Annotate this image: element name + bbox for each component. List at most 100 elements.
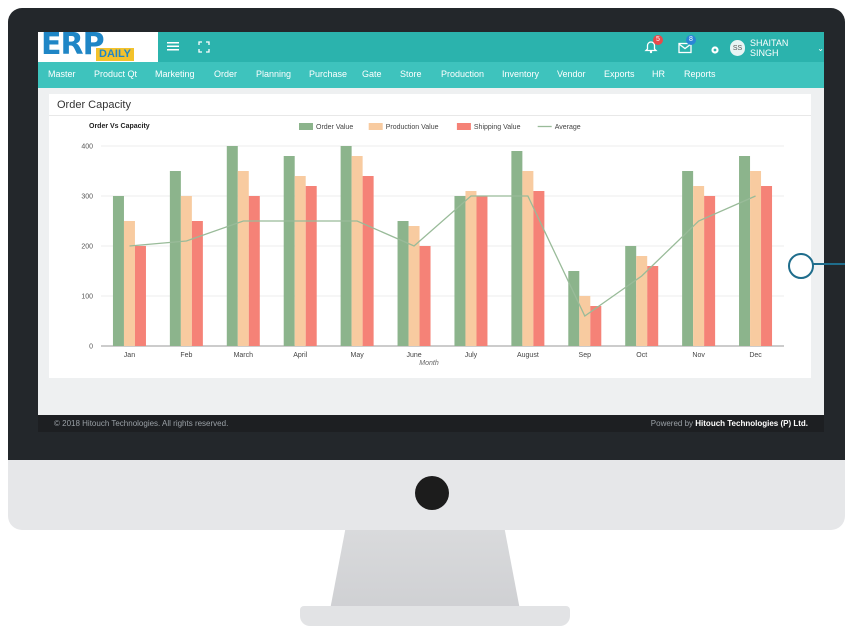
bar-shipping-value[interactable]: [590, 306, 602, 346]
user-menu[interactable]: SS SHAITAN SINGH ⌄: [730, 38, 824, 58]
x-axis: Jan Feb March April May June July August Sep Oct N…: [124, 352, 762, 359]
chevron-down-icon: ⌄: [817, 43, 824, 53]
bar-order-value[interactable]: [568, 271, 580, 346]
bar-order-value[interactable]: [682, 171, 694, 346]
bar-production-value[interactable]: [636, 256, 648, 346]
monitor-stand: [330, 530, 520, 610]
bar-order-value[interactable]: [169, 171, 181, 346]
hamburger-menu-icon[interactable]: [166, 39, 180, 58]
avatar: SS: [730, 40, 746, 56]
bar-production-value[interactable]: [123, 221, 135, 346]
callout-pointer-line: [812, 263, 845, 265]
nav-item-store[interactable]: Store: [400, 69, 422, 79]
nav-item-inventory[interactable]: Inventory: [502, 69, 539, 79]
app-screen: ERP DAILY 5 8 SS SHAITAN SINGH ⌄ Master …: [38, 32, 824, 432]
nav-item-marketing[interactable]: Marketing: [155, 69, 195, 79]
bar-shipping-value[interactable]: [191, 221, 203, 346]
legend-swatch: [368, 123, 383, 130]
bar-shipping-value[interactable]: [419, 246, 431, 346]
messages-badge: 8: [686, 35, 696, 45]
nav-item-hr[interactable]: HR: [652, 69, 665, 79]
settings-gear-icon[interactable]: [710, 42, 720, 60]
bar-shipping-value[interactable]: [305, 186, 317, 346]
bar-production-value[interactable]: [579, 296, 591, 346]
main-nav: Master Product Qt Marketing Order Planni…: [38, 62, 824, 88]
bar-order-value[interactable]: [511, 151, 523, 346]
legend-label[interactable]: Shipping Value: [474, 124, 521, 131]
legend-label[interactable]: Production Value: [386, 124, 439, 131]
x-tick-label: May: [351, 352, 365, 359]
nav-item-purchase[interactable]: Purchase: [309, 69, 347, 79]
bar-order-value[interactable]: [625, 246, 637, 346]
monitor-stand-base: [300, 606, 570, 626]
order-capacity-chart: Order Vs Capacity Order Value Production …: [81, 123, 784, 367]
powered-by-prefix: Powered by: [650, 419, 694, 428]
x-tick-label: August: [517, 352, 539, 359]
x-tick-label: April: [293, 352, 307, 359]
nav-item-master[interactable]: Master: [48, 69, 76, 79]
bar-production-value[interactable]: [465, 191, 477, 346]
x-tick-label: Sep: [579, 352, 592, 359]
bar-order-value[interactable]: [283, 156, 295, 346]
x-tick-label: Dec: [749, 352, 762, 359]
bar-production-value[interactable]: [180, 196, 192, 346]
nav-item-vendor[interactable]: Vendor: [557, 69, 586, 79]
nav-item-order[interactable]: Order: [214, 69, 237, 79]
nav-item-product-qt[interactable]: Product Qt: [94, 69, 137, 79]
app-logo[interactable]: ERP DAILY: [38, 32, 158, 62]
legend-swatch: [299, 123, 313, 130]
bar-shipping-value[interactable]: [533, 191, 545, 346]
x-axis-label: Month: [419, 360, 439, 367]
nav-item-planning[interactable]: Planning: [256, 69, 291, 79]
order-capacity-panel: Order Capacity Order Vs Capacity Order V…: [49, 94, 811, 378]
nav-item-production[interactable]: Production: [441, 69, 484, 79]
bar-shipping-value[interactable]: [476, 196, 488, 346]
x-tick-label: Nov: [692, 352, 705, 359]
chart-grid: [101, 145, 784, 347]
y-tick-label: 200: [81, 244, 93, 251]
bar-shipping-value[interactable]: [647, 266, 659, 346]
powered-by: Powered by Hitouch Technologies (P) Ltd.: [651, 419, 808, 428]
bar-shipping-value[interactable]: [134, 246, 146, 346]
y-axis: 0 100 200 300 400: [81, 144, 93, 351]
bar-order-value[interactable]: [112, 196, 124, 346]
bar-production-value[interactable]: [237, 171, 249, 346]
legend-label[interactable]: Average: [555, 124, 581, 131]
y-tick-label: 100: [81, 294, 93, 301]
nav-item-reports[interactable]: Reports: [684, 69, 716, 79]
bar-shipping-value[interactable]: [761, 186, 773, 346]
chart-legend: Order Value Production Value Shipping Valu…: [299, 123, 581, 131]
bar-order-value[interactable]: [739, 156, 751, 346]
bar-order-value[interactable]: [340, 146, 352, 346]
y-tick-label: 300: [81, 194, 93, 201]
logo-sub: DAILY: [96, 48, 134, 61]
nav-item-exports[interactable]: Exports: [604, 69, 635, 79]
fullscreen-icon[interactable]: [198, 40, 210, 58]
notification-badge: 5: [653, 35, 663, 45]
x-tick-label: Jan: [124, 352, 135, 359]
copyright-text: © 2018 Hitouch Technologies. All rights …: [54, 419, 229, 428]
y-tick-label: 400: [81, 144, 93, 151]
line-average[interactable]: [129, 195, 756, 317]
x-tick-label: Feb: [180, 352, 192, 359]
bar-order-value[interactable]: [226, 146, 238, 346]
legend-swatch: [456, 123, 471, 130]
bar-production-value[interactable]: [693, 186, 705, 346]
bar-production-value[interactable]: [351, 156, 363, 346]
chart-title: Order Vs Capacity: [89, 123, 150, 130]
bar-shipping-value[interactable]: [362, 176, 374, 346]
x-tick-label: Oct: [636, 352, 647, 359]
x-tick-label: June: [406, 352, 421, 359]
footer: © 2018 Hitouch Technologies. All rights …: [38, 415, 824, 432]
x-tick-label: July: [465, 352, 478, 359]
x-tick-label: March: [234, 352, 254, 359]
bar-shipping-value[interactable]: [248, 196, 260, 346]
bar-order-value[interactable]: [454, 196, 466, 346]
panel-title: Order Capacity: [57, 99, 131, 111]
legend-label[interactable]: Order Value: [316, 124, 353, 131]
powered-by-company[interactable]: Hitouch Technologies (P) Ltd.: [695, 419, 808, 428]
bar-production-value[interactable]: [294, 176, 306, 346]
average-line: [129, 195, 756, 317]
nav-item-gate[interactable]: Gate: [362, 69, 382, 79]
y-tick-label: 0: [89, 344, 93, 351]
